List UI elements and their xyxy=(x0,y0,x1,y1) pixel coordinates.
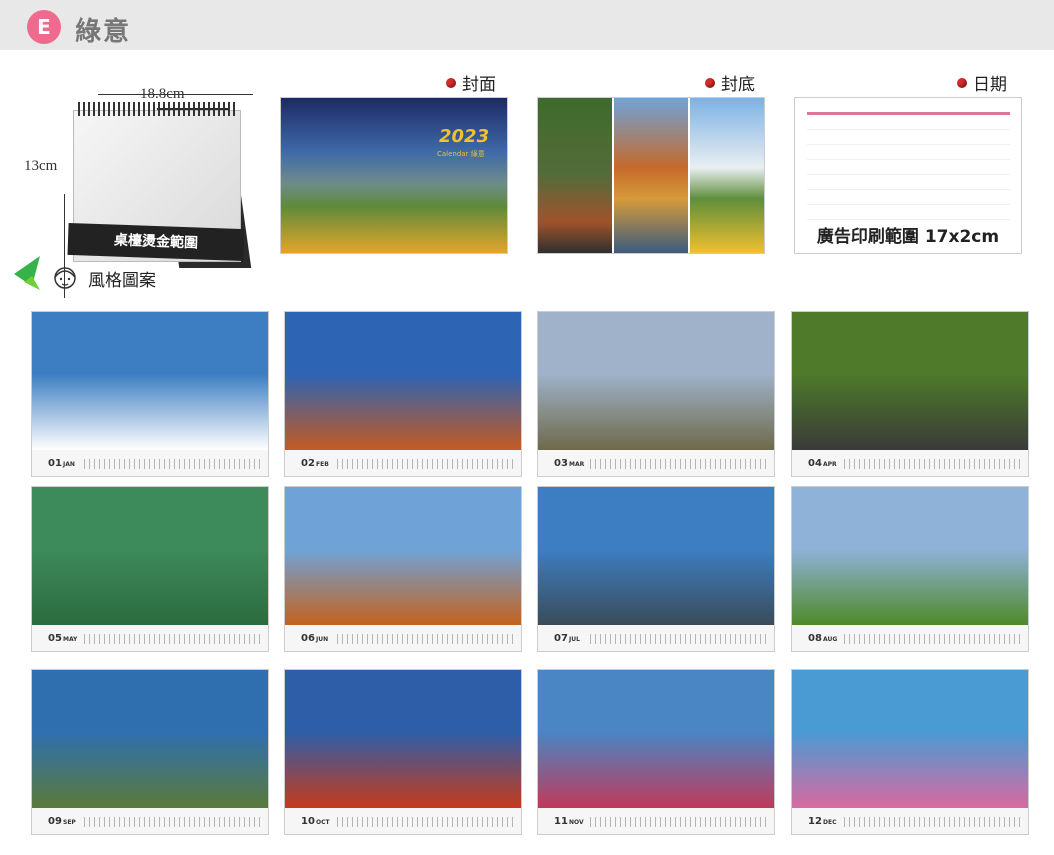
back-label: 封底 xyxy=(705,70,755,95)
mini-day-grid xyxy=(844,634,1020,644)
mini-day-grid xyxy=(844,459,1020,469)
month-photo xyxy=(285,670,521,808)
month-number: 03 xyxy=(554,458,568,469)
month-calendar-strip: 11 NOV xyxy=(538,808,774,834)
month-photo xyxy=(792,670,1028,808)
month-card[interactable]: 08 AUG xyxy=(791,486,1029,652)
back-photo-2 xyxy=(614,98,688,253)
month-card[interactable]: 11 NOV xyxy=(537,669,775,835)
foil-area-band: 桌檯燙金範圍 xyxy=(67,222,245,262)
month-photo xyxy=(285,312,521,450)
month-card[interactable]: 10 OCT xyxy=(284,669,522,835)
header-bar: E 綠意 xyxy=(0,0,1054,50)
month-photo xyxy=(792,312,1028,450)
width-label: 18.8cm xyxy=(140,86,185,102)
month-calendar-strip: 01 JAN xyxy=(32,450,268,476)
month-name: JUN xyxy=(316,636,329,643)
date-page-preview: 廣告印刷範圍 17x2cm xyxy=(794,97,1022,254)
month-name: AUG xyxy=(823,636,838,643)
mini-day-grid xyxy=(590,459,766,469)
mini-day-grid xyxy=(337,817,513,827)
mini-day-grid xyxy=(337,634,513,644)
bullet-dot-icon xyxy=(705,77,715,88)
month-number: 02 xyxy=(301,458,315,469)
month-name: OCT xyxy=(316,819,330,826)
cover-subtitle: Calendar 綠意 xyxy=(437,150,485,158)
back-preview xyxy=(537,97,765,254)
month-calendar-strip: 06 JUN xyxy=(285,625,521,651)
month-card[interactable]: 06 JUN xyxy=(284,486,522,652)
month-card[interactable]: 04 APR xyxy=(791,311,1029,477)
month-calendar-strip: 05 MAY xyxy=(32,625,268,651)
month-photo xyxy=(792,487,1028,625)
month-photo xyxy=(285,487,521,625)
category-badge: E xyxy=(27,10,61,44)
month-photo xyxy=(538,670,774,808)
month-name: DEC xyxy=(823,819,837,826)
month-name: JUL xyxy=(569,636,580,643)
month-number: 12 xyxy=(808,816,822,827)
month-number: 04 xyxy=(808,458,822,469)
month-name: JAN xyxy=(63,461,75,468)
month-name: SEP xyxy=(63,819,76,826)
month-name: APR xyxy=(823,461,837,468)
mini-day-grid xyxy=(84,817,260,827)
month-number: 08 xyxy=(808,633,822,644)
mini-day-grid xyxy=(84,459,260,469)
month-photo xyxy=(32,312,268,450)
cover-label: 封面 xyxy=(446,70,496,95)
month-calendar-strip: 08 AUG xyxy=(792,625,1028,651)
mini-day-grid xyxy=(844,817,1020,827)
month-name: MAR xyxy=(569,461,585,468)
month-card[interactable]: 02 FEB xyxy=(284,311,522,477)
mini-day-grid xyxy=(590,634,766,644)
month-card[interactable]: 12 DEC xyxy=(791,669,1029,835)
month-photo xyxy=(538,312,774,450)
month-number: 10 xyxy=(301,816,315,827)
month-number: 05 xyxy=(48,633,62,644)
mini-day-grid xyxy=(84,634,260,644)
bullet-dot-icon xyxy=(446,77,456,88)
month-card[interactable]: 09 SEP xyxy=(31,669,269,835)
month-calendar-strip: 07 JUL xyxy=(538,625,774,651)
month-calendar-strip: 04 APR xyxy=(792,450,1028,476)
cover-year: 2023 xyxy=(439,126,490,147)
month-number: 07 xyxy=(554,633,568,644)
month-name: NOV xyxy=(569,819,584,826)
month-name: FEB xyxy=(316,461,329,468)
month-photo xyxy=(538,487,774,625)
mini-day-grid xyxy=(337,459,513,469)
month-name: MAY xyxy=(63,636,78,643)
month-calendar-strip: 02 FEB xyxy=(285,450,521,476)
back-photo-3 xyxy=(690,98,764,253)
month-number: 06 xyxy=(301,633,315,644)
print-area-caption: 廣告印刷範圍 17x2cm xyxy=(816,227,1000,247)
date-label: 日期 xyxy=(957,70,1007,95)
month-calendar-strip: 10 OCT xyxy=(285,808,521,834)
spiral-binding xyxy=(78,102,236,116)
back-photo-1 xyxy=(538,98,612,253)
month-card[interactable]: 01 JAN xyxy=(31,311,269,477)
date-grid xyxy=(807,112,1010,224)
mini-day-grid xyxy=(590,817,766,827)
girl-face-icon xyxy=(54,267,76,289)
desk-calendar-illustration: 18.8cm 13cm 桌檯燙金範圍 xyxy=(18,78,258,298)
leaf-icon xyxy=(14,256,40,290)
style-section-label: 風格圖案 xyxy=(50,263,156,293)
month-card[interactable]: 07 JUL xyxy=(537,486,775,652)
month-photo xyxy=(32,670,268,808)
month-number: 09 xyxy=(48,816,62,827)
month-card[interactable]: 05 MAY xyxy=(31,486,269,652)
page-title: 綠意 xyxy=(75,17,132,47)
month-number: 11 xyxy=(554,816,568,827)
month-photo xyxy=(32,487,268,625)
month-card[interactable]: 03 MAR xyxy=(537,311,775,477)
month-calendar-strip: 12 DEC xyxy=(792,808,1028,834)
month-calendar-strip: 03 MAR xyxy=(538,450,774,476)
month-number: 01 xyxy=(48,458,62,469)
height-label: 13cm xyxy=(24,158,58,174)
month-calendar-strip: 09 SEP xyxy=(32,808,268,834)
cover-preview: 2023 Calendar 綠意 xyxy=(280,97,508,254)
bullet-dot-icon xyxy=(957,77,967,88)
